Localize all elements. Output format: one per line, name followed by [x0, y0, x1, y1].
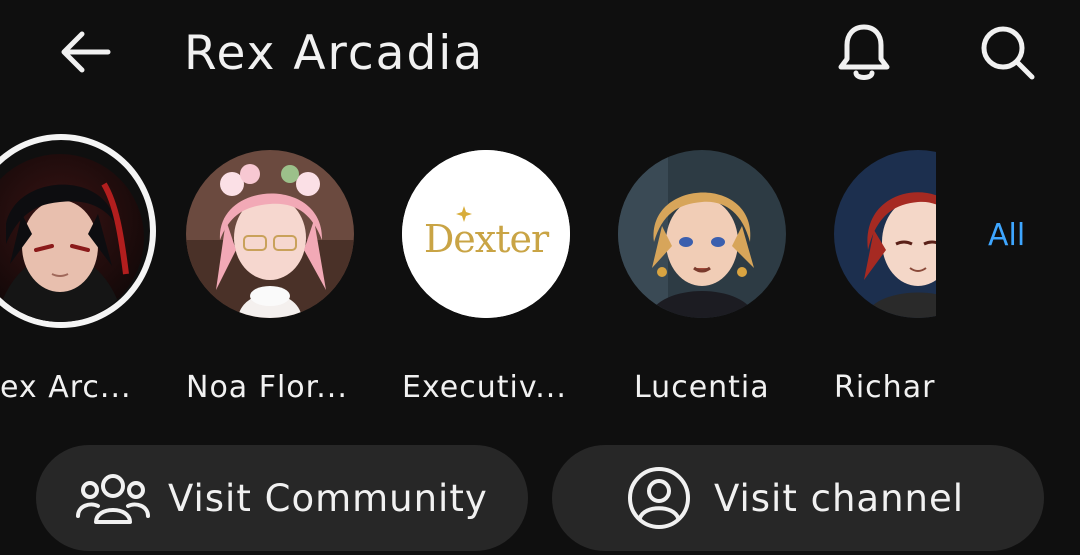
avatar — [0, 154, 144, 322]
top-app-bar: Rex Arcadia — [0, 0, 1080, 110]
avatar — [618, 150, 786, 318]
search-icon — [981, 26, 1035, 80]
channel-name: Noa Flor... — [186, 370, 348, 405]
dexter-logo: Dexter — [424, 217, 550, 261]
arrow-left-icon — [61, 31, 111, 73]
page-title: Rex Arcadia — [184, 26, 485, 81]
avatar — [834, 150, 936, 318]
all-channels-link[interactable]: All — [988, 218, 1025, 253]
visit-channel-button[interactable]: Visit channel — [552, 445, 1044, 551]
channel-item-rex-arcadia[interactable]: ex Arc... — [0, 150, 146, 405]
channel-item-lucentia[interactable]: Lucentia — [618, 150, 788, 405]
visit-channel-label: Visit channel — [714, 476, 965, 520]
channel-item-executive[interactable]: Dexter Executiv... — [402, 150, 572, 405]
people-group-icon — [76, 468, 150, 528]
channel-name: Lucentia — [634, 370, 770, 405]
channel-item-richar[interactable]: Richar — [834, 150, 936, 410]
channel-name: Richar — [834, 370, 936, 405]
account-circle-icon — [626, 465, 692, 531]
avatar — [186, 150, 354, 318]
channel-item-noa-flor[interactable]: Noa Flor... — [186, 150, 356, 405]
search-button[interactable] — [972, 18, 1042, 88]
visit-community-button[interactable]: Visit Community — [36, 445, 528, 551]
back-button[interactable] — [52, 24, 116, 80]
bell-icon — [838, 24, 890, 80]
channel-name: ex Arc... — [0, 370, 132, 405]
channel-name: Executiv... — [402, 370, 567, 405]
avatar: Dexter — [402, 150, 570, 318]
notifications-button[interactable] — [830, 18, 898, 88]
visit-community-label: Visit Community — [168, 476, 488, 520]
channel-switcher-screen: Rex Arcadia ex Arc... Noa Flor... Dexter… — [0, 0, 1080, 555]
